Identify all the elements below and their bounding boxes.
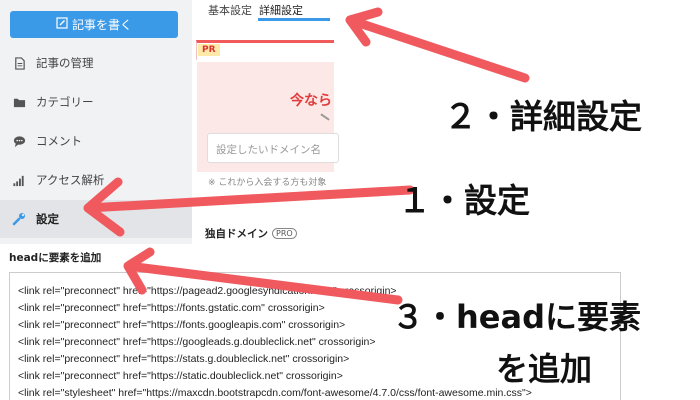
annotation-step-3-line1: ３・headに要素: [392, 298, 641, 336]
annotation-step-3-line2: を追加: [496, 350, 593, 388]
head-section-title: headに要素を追加: [9, 252, 102, 264]
sidebar-item-label: コメント: [36, 134, 82, 148]
tab-basic-settings[interactable]: 基本設定: [208, 2, 252, 18]
promo-text: 今なら: [290, 93, 332, 109]
sidebar-item-settings[interactable]: 設定: [0, 200, 192, 238]
own-domain-text: 独自ドメイン: [205, 228, 268, 240]
annotation-step-2: ２・詳細設定: [444, 97, 642, 136]
sidebar-item-analytics[interactable]: アクセス解析: [0, 161, 192, 199]
sidebar-item-articles[interactable]: 記事の管理: [0, 44, 192, 82]
sidebar-item-label: アクセス解析: [36, 173, 105, 187]
sidebar: 記事を書く 記事の管理 カテゴリー コメント アクセス解析 設定: [0, 0, 192, 244]
wrench-icon: [12, 212, 26, 226]
sidebar-item-label: 記事の管理: [36, 56, 94, 70]
domain-input[interactable]: 設定したいドメイン名: [207, 133, 339, 163]
tab-advanced-settings[interactable]: 詳細設定: [259, 2, 303, 18]
pr-badge: PR: [198, 44, 220, 56]
sidebar-item-label: カテゴリー: [36, 95, 94, 109]
own-domain-label: 独自ドメイン PRO: [205, 226, 297, 241]
arrow-to-advanced-tab: [345, 7, 530, 83]
pro-badge: PRO: [272, 228, 297, 239]
sidebar-item-comments[interactable]: コメント: [0, 122, 192, 160]
write-article-label: 記事を書く: [71, 18, 132, 32]
folder-icon: [12, 95, 26, 109]
domain-note: ※ これから入会する方も対象: [208, 178, 327, 188]
pencil-icon: [56, 17, 68, 32]
document-icon: [12, 56, 26, 70]
write-article-button[interactable]: 記事を書く: [10, 11, 178, 38]
active-tab-indicator: [258, 18, 330, 21]
bar-chart-icon: [12, 173, 26, 187]
comment-icon: [12, 134, 26, 148]
sidebar-item-label: 設定: [36, 212, 59, 226]
sidebar-item-categories[interactable]: カテゴリー: [0, 83, 192, 121]
annotation-step-1: １・設定: [398, 181, 530, 220]
